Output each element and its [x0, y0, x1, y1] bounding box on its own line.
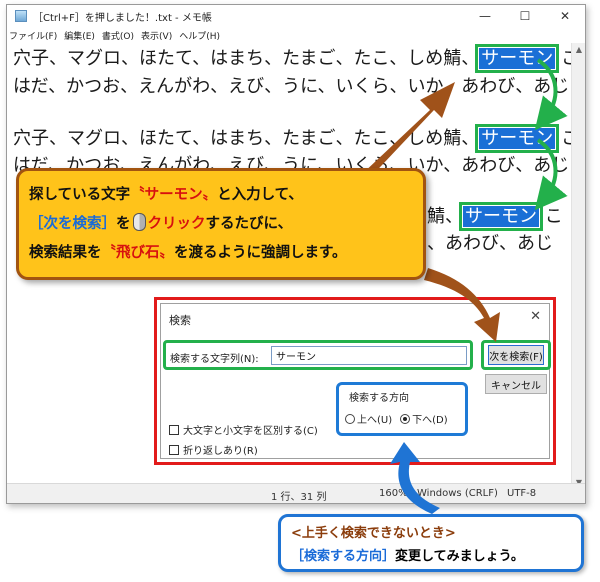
next-button-frame: 次を検索(F): [481, 340, 551, 370]
status-bar: 1 行、31 列 160% Windows (CRLF) UTF-8: [7, 483, 585, 503]
notepad-icon: [15, 10, 27, 22]
callout-line-2: ［次を検索］を クリックするたびに、: [29, 210, 413, 239]
radio-icon: [345, 414, 355, 424]
find-dialog-highlight-frame: 検索 ✕ 検索する文字列(N): 次を検索(F) キャンセル 検索する方向 上へ…: [154, 297, 556, 465]
status-position: 1 行、31 列: [271, 492, 327, 503]
search-input[interactable]: [271, 346, 467, 365]
vertical-scrollbar[interactable]: ▲ ▼: [571, 43, 585, 489]
mouse-icon: [132, 213, 146, 231]
scroll-up-icon[interactable]: ▲: [572, 45, 586, 54]
find-dialog: 検索 ✕ 検索する文字列(N): 次を検索(F) キャンセル 検索する方向 上へ…: [160, 303, 551, 459]
text-line: 、あわび、あじ: [427, 233, 553, 254]
callout-keyword: 〝サーモン〟: [130, 187, 218, 203]
text-line: 鯖、 サーモン こ: [427, 202, 563, 231]
direction-up-radio[interactable]: 上へ(U): [345, 411, 392, 426]
text-segment: 穴子、マグロ、ほたて、はまち、たまご、たこ、しめ鯖、: [13, 128, 480, 149]
tip-heading: <上手く検索できないとき>: [291, 526, 456, 541]
callout-text: を: [116, 216, 131, 232]
menu-edit[interactable]: 編集(E): [64, 29, 95, 42]
callout-line-3: 検索結果を〝飛び石〟を渡るように強調します。: [29, 239, 413, 268]
callout-text: するたびに、: [205, 216, 293, 232]
direction-down-label: 下へ(D): [412, 415, 448, 426]
text-line: 穴子、マグロ、ほたて、はまち、たまご、たこ、しめ鯖、 サーモン こ: [13, 124, 579, 153]
search-highlight: サーモン: [475, 124, 560, 153]
window-title: ［Ctrl+F］を押しました！.txt - メモ帳: [33, 12, 212, 24]
close-button[interactable]: ✕: [545, 5, 585, 27]
callout-text: 検索結果を: [29, 245, 102, 261]
tip-keyword: ［検索する方向］: [291, 549, 396, 564]
search-label: 検索する文字列(N):: [170, 354, 259, 365]
status-encoding: UTF-8: [507, 488, 537, 499]
tip-callout: <上手く検索できないとき> ［検索する方向］変更してみましょう。: [278, 514, 584, 572]
callout-keyword: クリック: [147, 216, 206, 232]
menu-view[interactable]: 表示(V): [141, 29, 172, 42]
dialog-close-icon[interactable]: ✕: [530, 309, 541, 324]
find-next-button[interactable]: 次を検索(F): [488, 345, 544, 365]
text-segment: こ: [544, 206, 563, 227]
checkbox-icon: [169, 444, 179, 455]
menu-format[interactable]: 書式(O): [102, 29, 134, 42]
direction-group: 検索する方向 上へ(U) 下へ(D): [336, 382, 468, 436]
maximize-button[interactable]: ☐: [505, 5, 545, 27]
callout-text: 探している文字: [29, 187, 131, 203]
search-highlight: サーモン: [475, 44, 560, 73]
tip-line-2: ［検索する方向］変更してみましょう。: [291, 545, 571, 568]
title-bar: ［Ctrl+F］を押しました！.txt - メモ帳 — ☐ ✕: [7, 5, 585, 27]
callout-line-1: 探している文字〝サーモン〟と入力して、: [29, 181, 413, 210]
status-zoom: 160%: [379, 488, 408, 499]
main-callout: 探している文字〝サーモン〟と入力して、 ［次を検索］を クリックするたびに、 検索…: [16, 168, 426, 280]
menu-bar: ファイル(F) 編集(E) 書式(O) 表示(V) ヘルプ(H): [7, 27, 585, 43]
search-row-frame: 検索する文字列(N):: [163, 340, 473, 370]
text-line: はだ、かつお、えんがわ、えび、うに、いくら、いか、あわび、あじ: [13, 76, 570, 97]
match-case-checkbox[interactable]: 大文字と小文字を区別する(C): [169, 422, 318, 437]
search-highlight: サーモン: [459, 202, 543, 231]
callout-keyword: ［次を検索］: [29, 216, 116, 232]
match-case-label: 大文字と小文字を区別する(C): [183, 426, 318, 437]
callout-text: と入力して、: [217, 187, 303, 203]
status-eol: Windows (CRLF): [417, 488, 498, 499]
wrap-around-label: 折り返しあり(R): [183, 446, 258, 457]
radio-selected-icon: [400, 414, 411, 424]
callout-keyword: 〝飛び石〟: [101, 245, 175, 261]
menu-file[interactable]: ファイル(F): [9, 29, 57, 42]
direction-options: 上へ(U) 下へ(D): [345, 411, 448, 426]
text-segment: 穴子、マグロ、ほたて、はまち、たまご、たこ、しめ鯖、: [13, 48, 480, 69]
menu-help[interactable]: ヘルプ(H): [179, 29, 220, 42]
direction-down-radio[interactable]: 下へ(D): [400, 411, 448, 426]
text-line: 穴子、マグロ、ほたて、はまち、たまご、たこ、しめ鯖、 サーモン こ: [13, 44, 579, 73]
direction-up-label: 上へ(U): [357, 415, 393, 426]
minimize-button[interactable]: —: [465, 5, 505, 27]
direction-title: 検索する方向: [349, 393, 409, 404]
dialog-title: 検索: [169, 314, 191, 327]
callout-text: を渡るように強調します。: [174, 245, 347, 261]
cancel-button[interactable]: キャンセル: [485, 374, 547, 394]
checkbox-icon: [169, 424, 179, 435]
text-segment: 鯖、: [427, 206, 463, 227]
tip-text: 変更してみましょう。: [395, 549, 524, 564]
wrap-around-checkbox[interactable]: 折り返しあり(R): [169, 442, 258, 457]
